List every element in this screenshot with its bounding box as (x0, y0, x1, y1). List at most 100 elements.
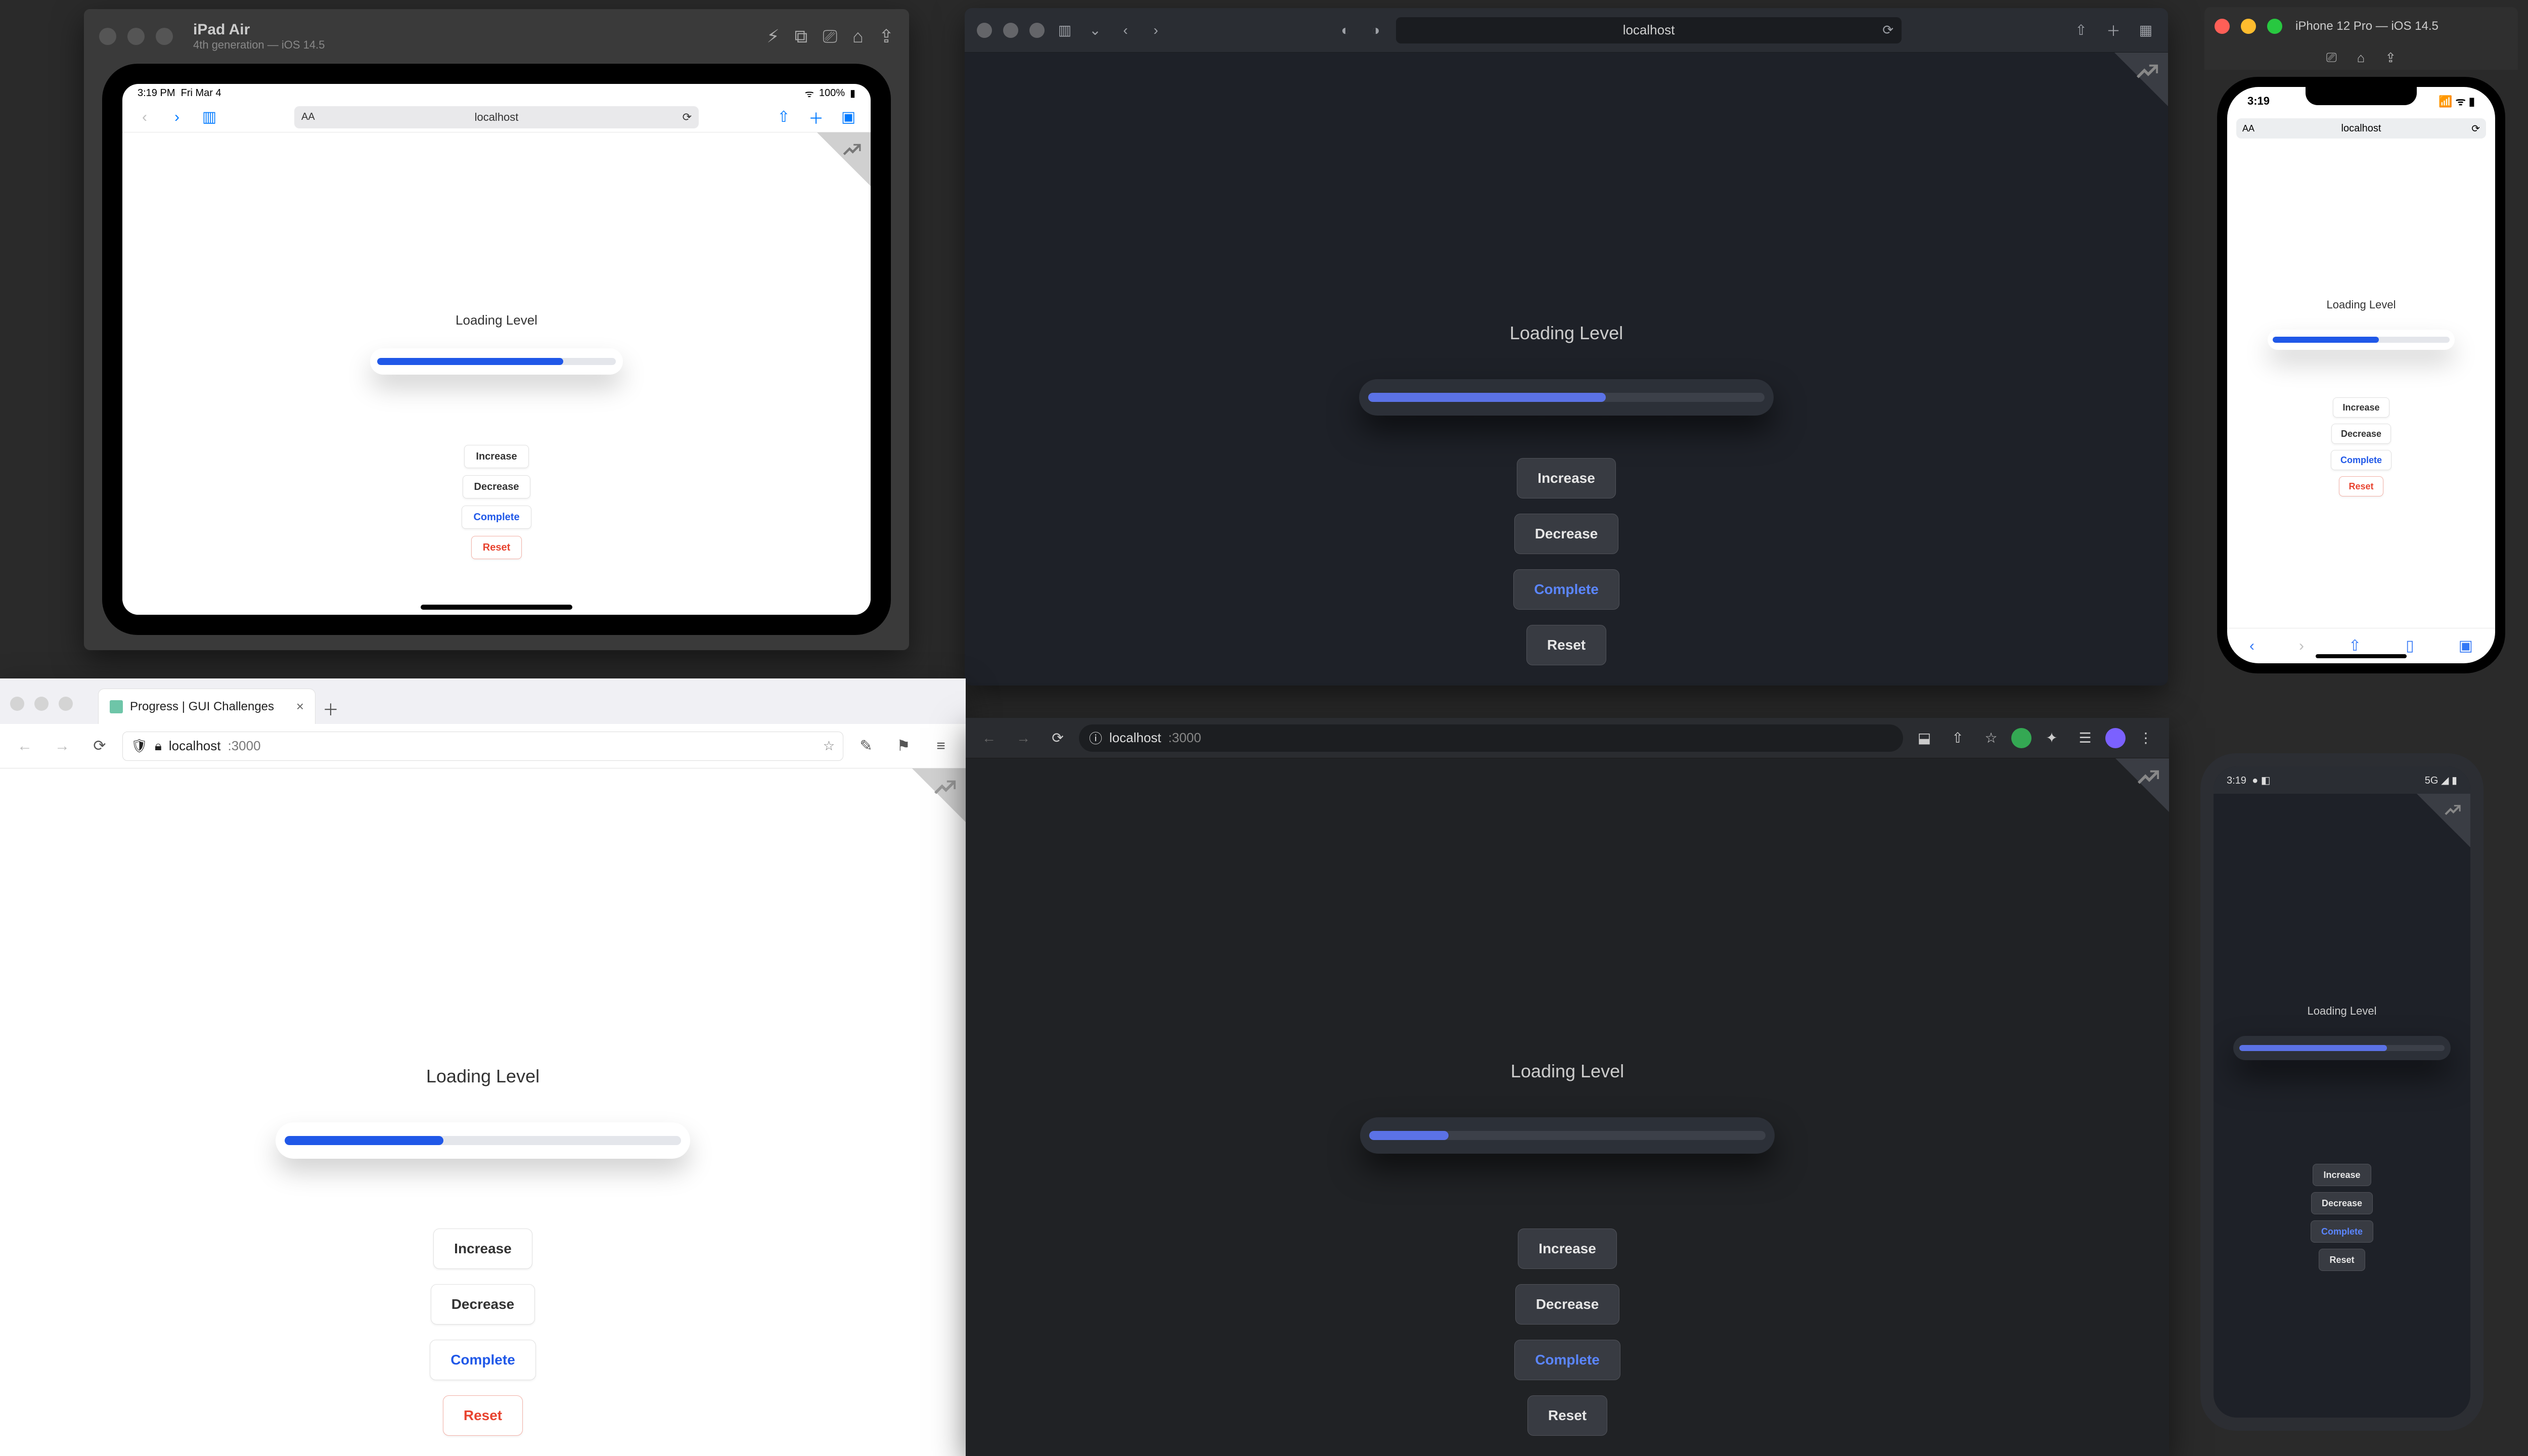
reload-button[interactable]: ⟳ (1045, 725, 1071, 751)
back-button[interactable]: ← (976, 725, 1002, 751)
forward-button[interactable]: › (1146, 20, 1166, 40)
url-bar[interactable]: 🛡︎ 🔒︎ localhost:3000 ☆ (122, 732, 843, 761)
share-icon[interactable]: ⇪ (879, 26, 894, 48)
forward-button[interactable]: → (48, 732, 77, 761)
complete-button[interactable]: Complete (2331, 450, 2391, 470)
home-icon[interactable]: ⌂ (852, 26, 864, 48)
tabs-icon[interactable]: ▣ (2459, 637, 2473, 655)
share-icon[interactable]: ⇧ (2349, 637, 2361, 655)
window-traffic-lights[interactable] (99, 28, 173, 45)
install-icon[interactable]: ⬓ (1911, 725, 1937, 751)
bookmark-star-icon[interactable]: ☆ (823, 738, 835, 754)
reload-icon[interactable]: ⟳ (683, 111, 692, 124)
home-indicator[interactable] (2316, 654, 2407, 658)
extension-icon[interactable] (2011, 728, 2032, 748)
reading-list-icon[interactable]: ☰ (2072, 725, 2098, 751)
reset-button[interactable]: Reset (2339, 476, 2383, 496)
close-dot[interactable] (977, 23, 992, 38)
lock-icon[interactable]: 🔒︎ (155, 738, 162, 754)
menu-icon[interactable]: ≡ (926, 732, 956, 761)
decrease-button[interactable]: Decrease (2331, 424, 2391, 444)
home-icon[interactable]: ⌂ (2357, 50, 2365, 66)
appearance-icon[interactable]: ◑ (1366, 20, 1386, 40)
shield-icon[interactable]: ◐ (1335, 20, 1356, 40)
bookmarks-icon[interactable]: ▯ (2406, 637, 2414, 655)
browser-tab[interactable]: Progress | GUI Challenges × (98, 689, 315, 724)
extension-icon[interactable]: ⚑ (889, 732, 918, 761)
tabs-icon[interactable]: ▦ (2136, 20, 2156, 40)
extensions-puzzle-icon[interactable]: ✦ (2039, 725, 2065, 751)
decrease-button[interactable]: Decrease (463, 475, 531, 498)
zoom-dot[interactable] (59, 697, 73, 711)
zoom-dot[interactable] (156, 28, 173, 45)
close-dot[interactable] (99, 28, 116, 45)
increase-button[interactable]: Increase (433, 1228, 532, 1269)
aa-icon[interactable]: AA (301, 111, 315, 123)
minimize-dot[interactable] (1003, 23, 1018, 38)
url-bar[interactable]: AA localhost ⟳ (2236, 118, 2486, 139)
zoom-dot[interactable] (2267, 19, 2282, 34)
info-icon[interactable]: ⓘ (1089, 729, 1102, 747)
complete-button[interactable]: Complete (1514, 1340, 1620, 1380)
window-traffic-lights[interactable] (2215, 19, 2282, 34)
sidebar-icon[interactable]: ▥ (1055, 20, 1075, 40)
back-button[interactable]: ‹ (134, 107, 155, 127)
reload-button[interactable]: ⟳ (85, 732, 114, 761)
shield-icon[interactable]: 🛡︎ (131, 738, 148, 754)
back-button[interactable]: ← (10, 732, 39, 761)
new-tab-icon[interactable]: ＋ (2103, 20, 2124, 40)
new-tab-icon[interactable]: ＋ (806, 107, 826, 127)
share-icon[interactable]: ⇧ (1945, 725, 1971, 751)
complete-button[interactable]: Complete (430, 1340, 536, 1380)
close-tab-icon[interactable]: × (296, 699, 304, 714)
share-icon[interactable]: ⇧ (2071, 20, 2091, 40)
visbug-badge[interactable] (2092, 53, 2168, 128)
increase-button[interactable]: Increase (1518, 1228, 1617, 1269)
zoom-dot[interactable] (1029, 23, 1045, 38)
extension-icon[interactable] (2105, 728, 2126, 748)
back-button[interactable]: ‹ (2249, 638, 2254, 655)
forward-button[interactable]: → (1010, 725, 1036, 751)
reset-button[interactable]: Reset (471, 536, 522, 559)
eyedropper-icon[interactable]: ✎ (851, 732, 881, 761)
decrease-button[interactable]: Decrease (1515, 1284, 1620, 1325)
menu-dots-icon[interactable]: ⋮ (2133, 725, 2159, 751)
tabs-icon[interactable]: ▣ (838, 107, 859, 127)
reset-button[interactable]: Reset (2319, 1249, 2365, 1271)
window-traffic-lights[interactable] (10, 697, 73, 711)
minimize-dot[interactable] (34, 697, 49, 711)
reload-icon[interactable]: ⟳ (1882, 22, 1893, 38)
screenshot-icon[interactable]: ⧉ (795, 26, 808, 48)
decrease-button[interactable]: Decrease (431, 1284, 535, 1325)
window-traffic-lights[interactable] (977, 23, 1045, 38)
forward-button[interactable]: › (167, 107, 187, 127)
visbug-badge[interactable] (2395, 794, 2470, 870)
increase-button[interactable]: Increase (2313, 1164, 2371, 1186)
sidebar-icon[interactable]: ▥ (199, 107, 219, 127)
decrease-button[interactable]: Decrease (2311, 1192, 2373, 1214)
bolt-icon[interactable]: ⚡︎ (766, 26, 779, 48)
complete-button[interactable]: Complete (462, 506, 531, 529)
complete-button[interactable]: Complete (2311, 1220, 2373, 1243)
reset-button[interactable]: Reset (1526, 625, 1606, 665)
forward-button[interactable]: › (2299, 638, 2304, 655)
visbug-badge[interactable] (795, 132, 871, 208)
url-bar[interactable]: localhost ⟳ (1396, 17, 1902, 43)
visbug-badge[interactable] (890, 768, 966, 844)
reset-button[interactable]: Reset (1527, 1395, 1607, 1436)
bookmark-star-icon[interactable]: ☆ (1978, 725, 2004, 751)
url-bar[interactable]: ⓘ localhost:3000 (1079, 724, 1903, 752)
complete-button[interactable]: Complete (1513, 569, 1619, 610)
new-tab-button[interactable]: ＋ (315, 694, 346, 724)
increase-button[interactable]: Increase (464, 445, 528, 468)
increase-button[interactable]: Increase (2333, 397, 2389, 418)
close-dot[interactable] (2215, 19, 2230, 34)
url-bar[interactable]: AA localhost ⟳ (294, 106, 699, 128)
back-button[interactable]: ‹ (1115, 20, 1136, 40)
home-indicator[interactable] (421, 605, 572, 610)
increase-button[interactable]: Increase (1517, 458, 1616, 498)
decrease-button[interactable]: Decrease (1514, 514, 1619, 554)
minimize-dot[interactable] (2241, 19, 2256, 34)
aa-icon[interactable]: AA (2242, 123, 2254, 134)
camera-icon[interactable]: ⎚ (823, 26, 837, 48)
